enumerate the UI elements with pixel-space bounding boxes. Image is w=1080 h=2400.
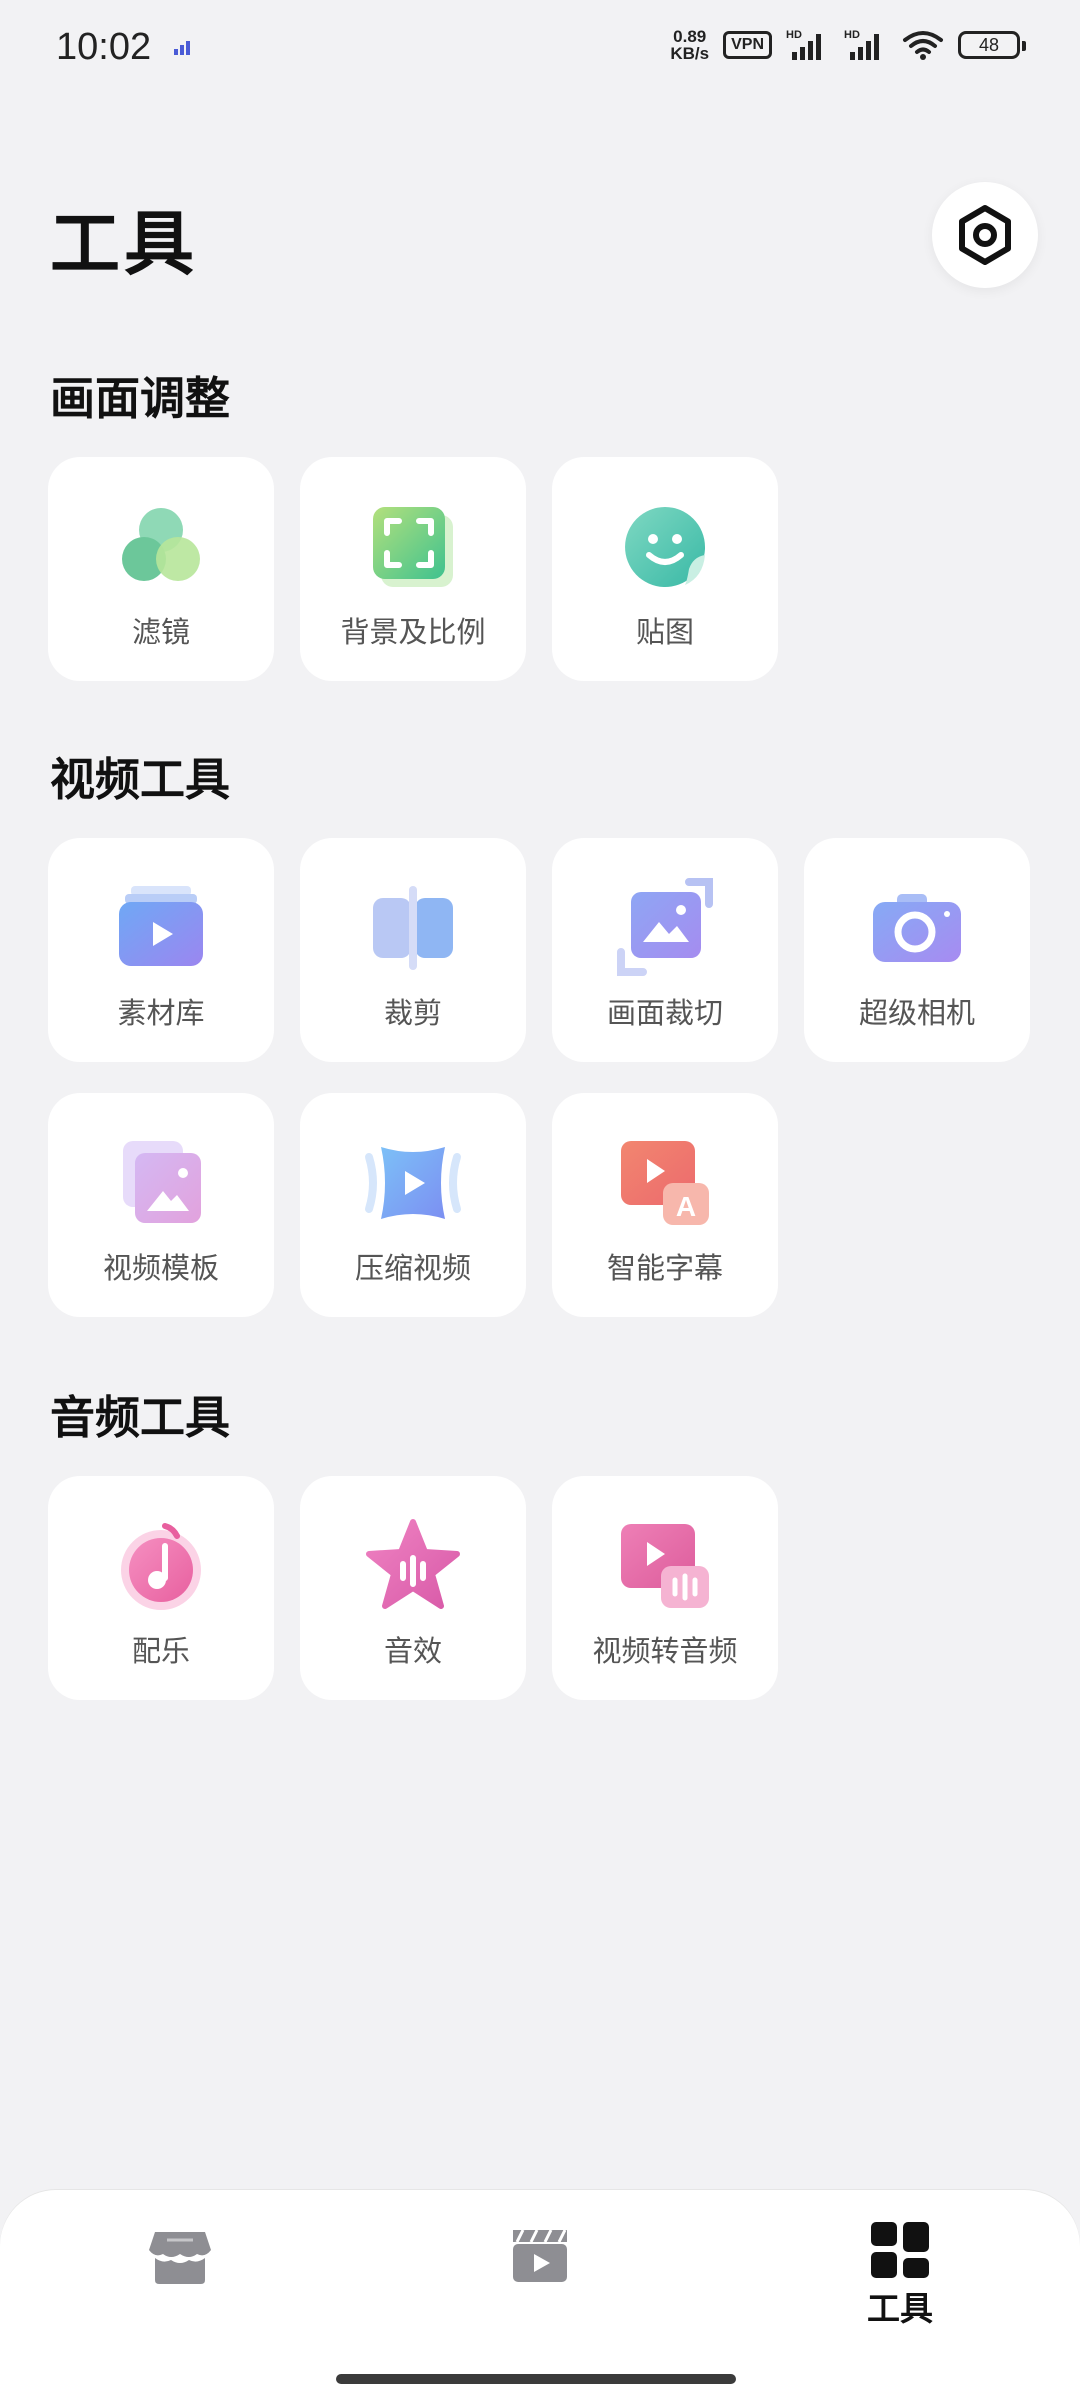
camera-icon <box>873 894 961 962</box>
section-title-video-tools: 视频工具 <box>50 753 231 806</box>
status-time: 10:02 <box>56 26 152 68</box>
section-title-audio-tools: 音频工具 <box>50 1391 231 1444</box>
tool-card-background-ratio[interactable]: 背景及比例 <box>300 457 526 681</box>
tool-label: 贴图 <box>635 615 694 649</box>
sound-effect-icon <box>366 1519 460 1609</box>
tool-label: 配乐 <box>131 1634 190 1668</box>
compress-video-icon <box>365 1147 461 1219</box>
page-title: 工具 <box>50 203 198 285</box>
section-title-picture-adjust: 画面调整 <box>50 372 231 425</box>
tool-label: 智能字幕 <box>606 1251 723 1285</box>
tool-label: 超级相机 <box>858 996 975 1030</box>
music-icon <box>121 1523 201 1610</box>
svg-text:HD: HD <box>844 29 860 41</box>
clapperboard-icon <box>513 2229 567 2282</box>
crop-icon <box>617 878 713 976</box>
tool-label: 画面裁切 <box>606 996 723 1030</box>
tool-card-trim[interactable]: 裁剪 <box>300 838 526 1062</box>
tool-card-sound-effect[interactable]: 音效 <box>300 1476 526 1700</box>
tool-card-filter[interactable]: 滤镜 <box>48 457 274 681</box>
wifi-icon <box>903 31 943 60</box>
video-to-audio-icon <box>621 1524 709 1608</box>
nav-item-store[interactable] <box>110 2220 250 2340</box>
status-bar: 10:02 0.89 KB/s VPN HD HD 48 <box>0 0 1080 100</box>
tool-card-smart-subtitle[interactable]: A 智能字幕 <box>552 1093 778 1317</box>
tool-card-music[interactable]: 配乐 <box>48 1476 274 1700</box>
bottom-nav: 工具 <box>0 2190 1080 2400</box>
tool-card-video-to-audio[interactable]: 视频转音频 <box>552 1476 778 1700</box>
tool-label: 视频转音频 <box>592 1634 738 1668</box>
settings-button[interactable] <box>932 182 1038 288</box>
video-template-icon <box>123 1141 201 1223</box>
svg-text:HD: HD <box>786 29 802 41</box>
tool-card-video-template[interactable]: 视频模板 <box>48 1093 274 1317</box>
nav-label-tools: 工具 <box>867 2289 933 2328</box>
filter-icon <box>122 508 200 581</box>
vpn-badge: VPN <box>723 31 772 59</box>
material-library-icon <box>119 886 203 966</box>
store-icon <box>149 2232 211 2284</box>
hexagon-settings-icon <box>959 205 1011 265</box>
tool-label: 素材库 <box>117 996 205 1030</box>
status-icons: 0.89 KB/s VPN HD HD 48 <box>670 27 1026 63</box>
svg-text:A: A <box>676 1191 696 1222</box>
signal-activity-icon <box>174 41 190 55</box>
tool-card-super-camera[interactable]: 超级相机 <box>804 838 1030 1062</box>
smart-subtitle-icon: A <box>621 1141 709 1225</box>
cellular-signal-icon-2: HD <box>844 29 879 60</box>
tool-card-material-library[interactable]: 素材库 <box>48 838 274 1062</box>
tool-card-compress-video[interactable]: 压缩视频 <box>300 1093 526 1317</box>
tools-grid-icon <box>871 2222 929 2278</box>
home-indicator[interactable] <box>336 2374 736 2384</box>
battery-icon: 48 <box>958 31 1026 59</box>
nav-item-tools[interactable]: 工具 <box>830 2220 970 2340</box>
tool-label: 背景及比例 <box>340 615 486 649</box>
tool-label: 裁剪 <box>383 996 442 1030</box>
network-speed: 0.89 KB/s <box>670 27 710 63</box>
tool-label: 滤镜 <box>131 615 190 649</box>
trim-icon <box>373 886 453 970</box>
tool-label: 压缩视频 <box>354 1251 471 1285</box>
tool-card-sticker[interactable]: 贴图 <box>552 457 778 681</box>
sticker-icon <box>625 507 705 587</box>
tool-label: 视频模板 <box>102 1251 219 1285</box>
tool-label: 音效 <box>383 1634 442 1668</box>
nav-item-clips[interactable] <box>470 2220 610 2340</box>
cellular-signal-icon: HD <box>786 29 821 60</box>
background-ratio-icon <box>373 507 453 587</box>
tool-card-crop[interactable]: 画面裁切 <box>552 838 778 1062</box>
